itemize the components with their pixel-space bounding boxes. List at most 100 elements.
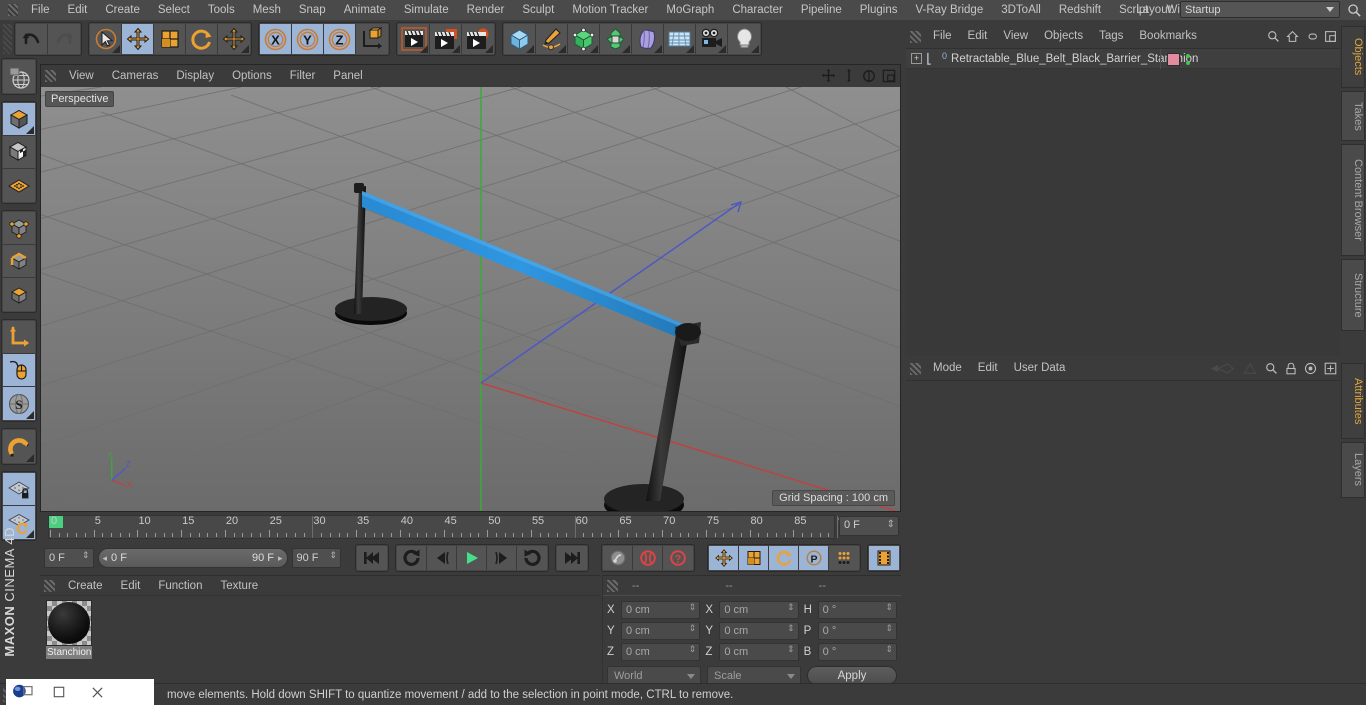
material-menu-grip[interactable] — [44, 579, 55, 592]
go-to-start-button[interactable] — [357, 546, 387, 570]
render-settings-button[interactable] — [462, 24, 494, 54]
object-menu-bookmarks[interactable]: Bookmarks — [1131, 26, 1205, 47]
tab-objects[interactable]: Objects — [1341, 26, 1365, 88]
nurbs-surface-button[interactable] — [632, 24, 664, 54]
size-z-field[interactable]: 0 cm ⇕ — [719, 643, 799, 661]
material-menu-function[interactable]: Function — [149, 576, 211, 596]
attributes-content[interactable] — [906, 380, 1340, 683]
x-axis-lock-button[interactable]: X — [260, 24, 292, 54]
previous-frame-button[interactable] — [427, 546, 457, 570]
search-icon[interactable] — [1267, 30, 1280, 43]
object-menu-file[interactable]: File — [925, 26, 960, 47]
model-mode-button[interactable] — [3, 103, 35, 136]
history-back-icon[interactable] — [1209, 362, 1235, 375]
target-icon[interactable] — [1304, 362, 1317, 375]
menu-item-plugins[interactable]: Plugins — [851, 0, 907, 20]
render-view-button[interactable] — [398, 24, 430, 54]
render-region-button[interactable] — [430, 24, 462, 54]
coordinates-grip[interactable] — [607, 579, 618, 592]
spinner-icon[interactable]: ⇕ — [787, 603, 795, 612]
attributes-menu-mode[interactable]: Mode — [925, 358, 970, 379]
menu-item-redshift[interactable]: Redshift — [1050, 0, 1110, 20]
search-icon[interactable] — [1265, 362, 1278, 375]
editor-visibility-dot[interactable] — [1186, 53, 1190, 58]
spinner-icon[interactable]: ⇕ — [887, 519, 895, 530]
maximize-button[interactable] — [40, 679, 78, 705]
viewport-menu-grip[interactable] — [45, 70, 56, 82]
timeline-ruler[interactable]: 051015202530354045505560657075808590 — [48, 515, 850, 539]
menu-item-snap[interactable]: Snap — [290, 0, 335, 20]
snap-button[interactable]: S — [3, 387, 35, 420]
menu-item-sculpt[interactable]: Sculpt — [513, 0, 563, 20]
play-button[interactable] — [457, 546, 487, 570]
viewport-menu-filter[interactable]: Filter — [281, 65, 325, 87]
render-visibility-dot[interactable] — [1186, 60, 1190, 65]
scale-tool-button[interactable] — [154, 24, 186, 54]
menu-item-simulate[interactable]: Simulate — [395, 0, 458, 20]
menu-item-vray-bridge[interactable]: V-Ray Bridge — [906, 0, 992, 20]
environment-button[interactable] — [664, 24, 696, 54]
attributes-menu-edit[interactable]: Edit — [970, 358, 1006, 379]
menu-item-create[interactable]: Create — [96, 0, 149, 20]
spinner-icon[interactable]: ⇕ — [787, 624, 795, 633]
menu-item-tools[interactable]: Tools — [199, 0, 244, 20]
position-x-field[interactable]: 0 cm ⇕ — [621, 601, 701, 619]
record-rotation-button[interactable] — [769, 546, 799, 570]
menu-item-select[interactable]: Select — [149, 0, 199, 20]
menu-item-render[interactable]: Render — [458, 0, 514, 20]
material-menu-edit[interactable]: Edit — [112, 576, 150, 596]
attributes-menu-user-data[interactable]: User Data — [1006, 358, 1074, 379]
preview-range-bar[interactable]: ◂ 0 F 90 F ▸ — [97, 548, 288, 568]
keyframe-selection-button[interactable]: ? — [663, 546, 693, 570]
object-menu-edit[interactable]: Edit — [960, 26, 996, 47]
rotation-h-field[interactable]: 0 ° ⇕ — [817, 601, 897, 619]
loop-button[interactable] — [517, 546, 547, 570]
rotate-view-icon[interactable] — [862, 69, 876, 83]
record-active-objects-button[interactable] — [603, 546, 633, 570]
object-menu-view[interactable]: View — [995, 26, 1036, 47]
position-y-field[interactable]: 0 cm ⇕ — [621, 622, 701, 640]
end-frame-field[interactable]: 90 F ⇕ — [291, 548, 341, 568]
redo-button[interactable] — [48, 24, 80, 54]
point-level-animation-button[interactable] — [829, 546, 859, 570]
record-parameter-button[interactable]: P — [799, 546, 829, 570]
viewport-menu-panel[interactable]: Panel — [324, 65, 371, 87]
spinner-icon[interactable]: ⇕ — [689, 603, 697, 612]
z-axis-lock-button[interactable]: Z — [324, 24, 356, 54]
search-icon[interactable] — [1347, 3, 1362, 18]
viewport-solo-button[interactable] — [3, 354, 35, 387]
rewind-button[interactable] — [397, 546, 427, 570]
world-object-coordinate-button[interactable] — [356, 24, 388, 54]
object-row[interactable]: + 0 Retractable_Blue_Belt_Black_Barrier_… — [906, 49, 1340, 69]
menu-grip[interactable] — [8, 4, 18, 16]
viewport-canvas[interactable]: Perspective Grid Spacing : 100 cm Y X Z — [41, 87, 900, 511]
object-menu-objects[interactable]: Objects — [1036, 26, 1091, 47]
move-tool-button[interactable] — [122, 24, 154, 54]
spinner-icon[interactable]: ⇕ — [885, 603, 893, 612]
history-forward-icon[interactable] — [1242, 362, 1258, 375]
range-right-arrow-icon[interactable]: ▸ — [278, 553, 283, 564]
spinner-icon[interactable]: ⇕ — [689, 624, 697, 633]
material-thumbnail[interactable] — [46, 600, 92, 646]
layout-dropdown[interactable]: Startup — [1180, 1, 1340, 18]
pen-spline-button[interactable] — [536, 24, 568, 54]
dolly-view-icon[interactable] — [842, 68, 856, 83]
material-menu-texture[interactable]: Texture — [211, 576, 267, 596]
undo-button[interactable] — [16, 24, 48, 54]
rotation-p-field[interactable]: 0 ° ⇕ — [817, 622, 897, 640]
expand-panel-icon[interactable] — [1324, 30, 1337, 43]
spinner-icon[interactable]: ⇕ — [689, 645, 697, 654]
rotate-tool-button[interactable] — [186, 24, 218, 54]
spinner-icon[interactable]: ⇕ — [885, 645, 893, 654]
texture-mode-button[interactable] — [3, 136, 35, 169]
menu-item-mograph[interactable]: MoGraph — [657, 0, 723, 20]
app-icon[interactable] — [6, 679, 40, 705]
viewport-menu-cameras[interactable]: Cameras — [103, 65, 168, 87]
menu-item-mesh[interactable]: Mesh — [244, 0, 290, 20]
live-selection-tool-button[interactable] — [90, 24, 122, 54]
object-manager-grip[interactable] — [910, 30, 921, 43]
go-to-end-button[interactable] — [557, 546, 587, 570]
menu-item-3dtoall[interactable]: 3DToAll — [992, 0, 1050, 20]
size-x-field[interactable]: 0 cm ⇕ — [719, 601, 799, 619]
menu-item-animate[interactable]: Animate — [335, 0, 395, 20]
